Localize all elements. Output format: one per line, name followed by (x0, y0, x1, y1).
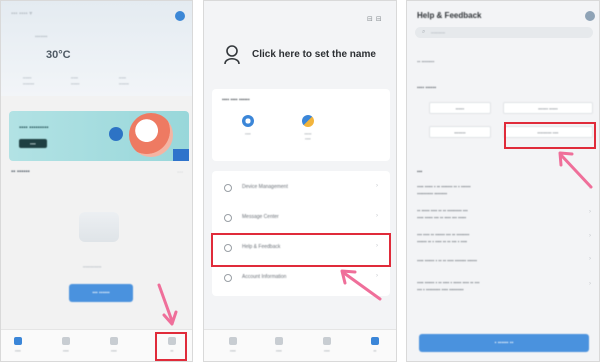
chevron-right-icon: › (376, 213, 378, 219)
temperature-value: 30°C (46, 49, 71, 61)
home-icon (229, 337, 237, 345)
home-screen: ▪▪▪ ▪▪▪▪ ▾ ▪▪▪▪▪▪▪ 30°C ▪▪▪▪▪▪ ▪▪▪▪▪▪▪▪ ▪… (0, 0, 193, 362)
banner-badge-icon (109, 127, 123, 141)
faq-item[interactable]: ▪▪▪▪ ▪▪▪▪▪▪ ▪ ▪▪ ▪▪▪▪ ▪ ▪▪▪▪▪ ▪▪▪▪ ▪▪ ▪▪… (417, 279, 577, 293)
chevron-right-icon: › (376, 183, 378, 189)
banner-title: ▪▪▪▪ ▪▪▪▪▪▪▪▪▪ (19, 125, 49, 131)
weather-stat: ▪▪▪▪▪ ▪▪▪▪▪▪▪ (119, 75, 129, 86)
mall-icon (110, 337, 118, 345)
topic-button[interactable]: ▪▪▪▪▪▪▪▪ (429, 126, 491, 138)
service-item[interactable]: ▪▪▪▪ (228, 115, 268, 136)
topics-heading: ▪▪▪▪ ▪▪▪▪▪▪ (417, 85, 437, 91)
more-icon[interactable]: ⋯ (177, 169, 183, 176)
banner-button[interactable]: ▪▪▪▪ (19, 139, 47, 148)
menu-item-label: Device Management (242, 184, 288, 190)
menu-item-message-center[interactable]: Message Center › (212, 203, 390, 233)
location-label[interactable]: ▪▪▪ ▪▪▪▪ ▾ (11, 10, 32, 17)
device-icon (224, 184, 232, 192)
chevron-right-icon: › (589, 233, 591, 239)
topic-button[interactable]: ▪▪▪▪▪▪▪ ▪▪▪▪▪▪ (503, 102, 593, 114)
weather-caption: ▪▪▪▪▪▪▪ (35, 34, 48, 40)
search-icon: ⌕ (422, 29, 426, 35)
faq-item[interactable]: ▪▪▪▪ ▪▪▪▪▪ ▪ ▪▪ ▪▪▪▪▪▪▪ ▪▪ ▪ ▪▪▪▪▪▪ ▪▪▪▪▪… (417, 183, 577, 197)
chevron-right-icon: › (589, 256, 591, 262)
account-icon (224, 274, 232, 282)
faq-heading: ▪▪▪ (417, 169, 423, 175)
faq-item[interactable]: ▪▪▪ ▪▪▪▪ ▪▪ ▪▪▪▪▪▪ ▪▪▪ ▪▪ ▪▪▪▪▪▪▪▪ ▪▪▪▪▪▪… (417, 231, 577, 245)
add-icon[interactable] (175, 11, 185, 21)
devices-section-title: ▪▪ ▪▪▪▪▪▪ (11, 169, 30, 175)
nav-scenes[interactable]: ▪▪▪▪ (264, 337, 294, 353)
service-label: ▪▪▪▪▪ ▪▪▪▪ (304, 131, 312, 141)
top-icons: ⊟⊟ (367, 15, 385, 23)
faq-item[interactable]: ▪▪ ▪▪▪▪▪ ▪▪▪▪ ▪▪ ▪▪ ▪▪▪▪▪▪▪▪▪ ▪▪▪ ▪▪▪▪ ▪▪… (417, 207, 577, 221)
nav-label: ▪▪▪▪ (63, 348, 69, 353)
faq-item[interactable]: ▪▪▪▪ ▪▪▪▪▪▪ ▪ ▪▪ ▪▪ ▪▪▪▪ ▪▪▪▪▪▪▪ ▪▪▪▪▪▪ (417, 257, 577, 264)
search-placeholder: ▪▪▪▪▪▪▪▪▪▪ (431, 30, 446, 35)
menu-item-label: Account Information (242, 274, 287, 280)
services-title: ▪▪▪▪ ▪▪▪▪ ▪▪▪▪▪▪ (222, 97, 250, 103)
empty-device-illustration (79, 212, 119, 242)
nav-mall[interactable]: ▪▪▪▪ (312, 337, 342, 353)
mall-icon (323, 337, 331, 345)
scene-icon (62, 337, 70, 345)
banner-product-image (129, 113, 173, 157)
nav-label: ▪▪▪▪ (111, 348, 117, 353)
my-feedback-link[interactable]: ▪▪ ▪▪▪▪▪▪▪▪ (417, 59, 434, 64)
page-title: Help & Feedback (417, 11, 482, 20)
nav-label: ▪▪▪▪ (230, 348, 236, 353)
highlight-me-tab (155, 332, 187, 361)
arrow-icon (558, 151, 593, 189)
weather-stat: ▪▪▪▪▪ ▪▪▪▪▪▪ (71, 75, 80, 86)
arrow-icon (340, 269, 382, 301)
topic-button[interactable]: ▪▪▪▪▪▪ (429, 102, 491, 114)
nav-me[interactable]: ▪▪ (360, 337, 390, 353)
search-input[interactable]: ⌕ ▪▪▪▪▪▪▪▪▪▪ (415, 27, 593, 38)
nav-label: ▪▪▪▪ (15, 348, 21, 353)
menu-icon[interactable] (585, 11, 595, 21)
profile-screen: ⊟⊟ Click here to set the name ▪▪▪▪ ▪▪▪▪ … (203, 0, 397, 362)
scene-icon (275, 337, 283, 345)
banner-corner-tag (173, 149, 189, 161)
add-device-button[interactable]: ▪▪▪ ▪▪▪▪▪▪ (69, 284, 133, 302)
weather-header: ▪▪▪ ▪▪▪▪ ▾ ▪▪▪▪▪▪▪ 30°C ▪▪▪▪▪▪ ▪▪▪▪▪▪▪▪ ▪… (1, 1, 192, 96)
highlight-performance-topic (504, 122, 596, 149)
profile-name[interactable]: Click here to set the name (252, 49, 376, 60)
settings-icon[interactable]: ⊟ (376, 16, 385, 23)
nav-home[interactable]: ▪▪▪▪ (218, 337, 248, 353)
arrow-icon (157, 283, 178, 326)
services-card: ▪▪▪▪ ▪▪▪▪ ▪▪▪▪▪▪ ▪▪▪▪ ▪▪▪▪▪ ▪▪▪▪ (212, 89, 390, 161)
chevron-right-icon: › (589, 281, 591, 287)
menu-item-label: Message Center (242, 214, 279, 220)
contact-us-button[interactable]: ▪ ▪▪▪▪▪▪ ▪▪ (419, 334, 589, 352)
weather-stat: ▪▪▪▪▪▪ ▪▪▪▪▪▪▪▪ (23, 75, 35, 86)
scan-icon[interactable]: ⊟ (367, 16, 376, 23)
service-label: ▪▪▪▪ (245, 131, 251, 136)
bottom-nav: ▪▪▪▪ ▪▪▪▪ ▪▪▪▪ ▪▪ (204, 329, 396, 361)
nav-scenes[interactable]: ▪▪▪▪ (51, 337, 81, 353)
highlight-help-feedback (211, 233, 391, 267)
chevron-right-icon: › (589, 209, 591, 215)
help-feedback-screen: Help & Feedback ⌕ ▪▪▪▪▪▪▪▪▪▪ ▪▪ ▪▪▪▪▪▪▪▪… (406, 0, 600, 362)
home-icon (14, 337, 22, 345)
avatar-icon[interactable] (224, 45, 240, 65)
profile-icon (371, 337, 379, 345)
menu-item-device-management[interactable]: Device Management › (212, 173, 390, 203)
empty-state-text: ▪▪▪▪▪▪▪▪▪▪▪▪▪ (83, 264, 102, 269)
nav-label: ▪▪▪▪ (324, 348, 330, 353)
service-icon (242, 115, 254, 127)
message-icon (224, 214, 232, 222)
nav-home[interactable]: ▪▪▪▪ (3, 337, 33, 353)
nav-label: ▪▪▪▪ (276, 348, 282, 353)
service-icon (302, 115, 314, 127)
nav-label: ▪▪ (373, 348, 377, 353)
promo-banner[interactable]: ▪▪▪▪ ▪▪▪▪▪▪▪▪▪ ▪▪▪▪ (9, 111, 189, 161)
service-item[interactable]: ▪▪▪▪▪ ▪▪▪▪ (288, 115, 328, 141)
nav-mall[interactable]: ▪▪▪▪ (99, 337, 129, 353)
